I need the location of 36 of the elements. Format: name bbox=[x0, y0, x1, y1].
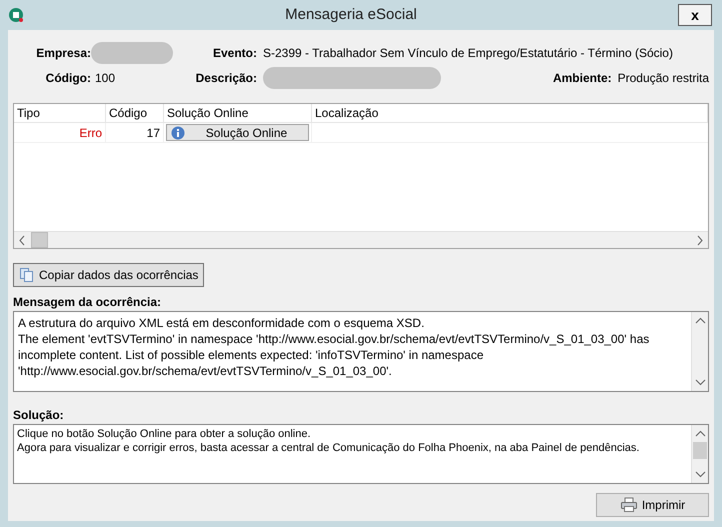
column-header[interactable]: Código bbox=[106, 104, 164, 122]
solution-text: Clique no botão Solução Online para obter a solução online. bbox=[17, 427, 312, 441]
copy-icon bbox=[19, 267, 35, 283]
table-cell: 17 bbox=[106, 123, 164, 142]
ambiente-value: Produção restrita bbox=[618, 70, 709, 87]
window-title: Mensageria eSocial bbox=[284, 4, 418, 25]
column-header[interactable]: Solução Online bbox=[164, 104, 312, 122]
horizontal-scrollbar[interactable] bbox=[14, 231, 708, 248]
message-textarea[interactable] bbox=[13, 311, 709, 392]
column-header[interactable]: Tipo bbox=[14, 104, 106, 122]
close-button[interactable]: x bbox=[678, 4, 712, 26]
codigo-value: 100 bbox=[94, 70, 116, 87]
info-icon bbox=[171, 126, 185, 140]
message-label: Mensagem da ocorrência: bbox=[13, 294, 162, 311]
ambiente-label: Ambiente: bbox=[552, 70, 612, 87]
scrollbar[interactable] bbox=[691, 312, 708, 391]
message-text: A estrutura do arquivo XML está em desconformidade com o esquema XSD. bbox=[18, 315, 426, 331]
evento-label: Evento: bbox=[212, 45, 258, 62]
descricao-label: Descrição: bbox=[194, 70, 258, 87]
codigo-label: Código: bbox=[46, 70, 91, 87]
print-button[interactable]: Imprimir bbox=[596, 493, 709, 517]
evento-value: S-2399 - Trabalhador Sem Vínculo de Emprego/Estatutário - Término (Sócio) bbox=[263, 45, 674, 62]
copy-button[interactable]: Copiar dados das ocorrências bbox=[13, 263, 204, 287]
table-cell: Erro bbox=[14, 123, 106, 142]
solution-textarea[interactable]: Clique no botão Solução Online para obter a solução online. Agora para visualizar e corrigir erros, basta acessar a central de Comunicação do Folha Phoenix, na aba Painel de pendências. bbox=[13, 424, 709, 484]
scrollbar[interactable] bbox=[691, 425, 708, 483]
empresa-label: Empresa: bbox=[35, 45, 91, 62]
solution-text: Agora para visualizar e corrigir erros, basta acessar a central de Comunicação do Folha Phoenix, na aba Painel de pendências. bbox=[17, 441, 640, 455]
printer-icon bbox=[620, 497, 638, 513]
message-text: The element 'evtTSVTermino' in namespace 'http://www.esocial.gov.br/schema/evt/evtTSVTermino/v_S_01_03_00' has incomplete content. List of possible elements expected: 'infoTSVTermino' in namespace 'http://www.esocial.gov.br/schema/evt/evtTSVTermino/v_S_01_03_00'. bbox=[18, 331, 650, 379]
column-header[interactable]: Localização bbox=[312, 104, 708, 122]
solution-label: Solução: bbox=[13, 407, 65, 424]
scrollbar-thumb[interactable] bbox=[693, 442, 707, 459]
app-logo-icon bbox=[8, 7, 24, 23]
online-solution-button[interactable]: Solução Online bbox=[166, 124, 309, 141]
scrollbar-thumb[interactable] bbox=[31, 232, 48, 248]
